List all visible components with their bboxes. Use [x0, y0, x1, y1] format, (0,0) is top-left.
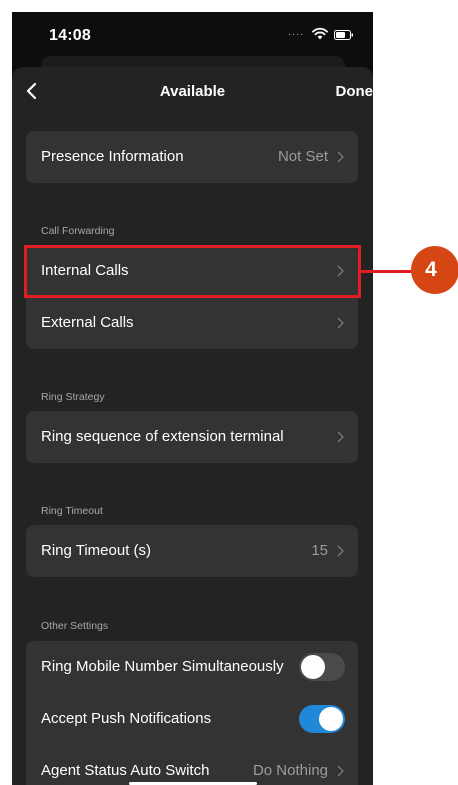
- agent-status-row[interactable]: Agent Status Auto Switch Do Nothing: [26, 745, 358, 785]
- agent-status-label: Agent Status Auto Switch: [41, 762, 210, 779]
- push-notifications-label: Accept Push Notifications: [41, 710, 212, 727]
- ring-timeout-value: 15: [311, 542, 328, 559]
- status-time: 14:08: [49, 27, 91, 44]
- ring-mobile-row: Ring Mobile Number Simultaneously: [26, 641, 358, 693]
- chevron-right-icon: [337, 431, 344, 443]
- ring-timeout-label: Ring Timeout (s): [41, 542, 152, 559]
- phone-screen: 14:08 .... Available Done Presence Infor…: [12, 12, 373, 785]
- chevron-right-icon: [337, 545, 344, 557]
- done-button[interactable]: Done: [336, 83, 374, 100]
- annotation-highlight-box: [24, 245, 361, 298]
- chevron-right-icon: [337, 765, 344, 777]
- presence-information-row[interactable]: Presence Information Not Set: [26, 131, 358, 183]
- other-settings-header: Other Settings: [41, 620, 109, 632]
- ring-timeout-row[interactable]: Ring Timeout (s) 15: [26, 525, 358, 577]
- chevron-right-icon: [337, 151, 344, 163]
- agent-status-value: Do Nothing: [252, 762, 328, 779]
- ring-timeout-group: Ring Timeout (s) 15: [26, 525, 358, 577]
- ring-mobile-toggle[interactable]: [299, 653, 345, 681]
- status-bar: 14:08 ....: [12, 12, 373, 58]
- battery-icon: [334, 30, 353, 40]
- ring-timeout-header: Ring Timeout: [41, 505, 103, 517]
- page-title: Available: [159, 83, 226, 100]
- wifi-icon: [312, 27, 328, 40]
- ring-strategy-label: Ring sequence of extension terminal: [41, 428, 284, 445]
- annotation-step-badge: 4: [411, 246, 458, 294]
- external-calls-row[interactable]: External Calls: [26, 297, 358, 349]
- ring-mobile-label: Ring Mobile Number Simultaneously: [41, 658, 284, 675]
- presence-information-value: Not Set: [277, 148, 328, 165]
- presence-information-label: Presence Information: [41, 148, 184, 165]
- push-notifications-toggle[interactable]: [299, 705, 345, 733]
- call-forwarding-header: Call Forwarding: [41, 225, 115, 237]
- navigation-bar: Available Done: [12, 67, 373, 113]
- ring-strategy-header: Ring Strategy: [41, 391, 105, 403]
- toggle-knob: [301, 655, 325, 679]
- presence-group: Presence Information Not Set: [26, 131, 358, 183]
- annotation-connector-line: [361, 270, 413, 273]
- push-notifications-row: Accept Push Notifications: [26, 693, 358, 745]
- toggle-knob: [319, 707, 343, 731]
- other-settings-group: Ring Mobile Number Simultaneously Accept…: [26, 641, 358, 785]
- external-calls-label: External Calls: [41, 314, 134, 331]
- chevron-right-icon: [337, 317, 344, 329]
- ring-strategy-row[interactable]: Ring sequence of extension terminal: [26, 411, 358, 463]
- ring-strategy-group: Ring sequence of extension terminal: [26, 411, 358, 463]
- settings-sheet: Available Done Presence Information Not …: [12, 67, 373, 785]
- signal-icon: ....: [288, 26, 305, 38]
